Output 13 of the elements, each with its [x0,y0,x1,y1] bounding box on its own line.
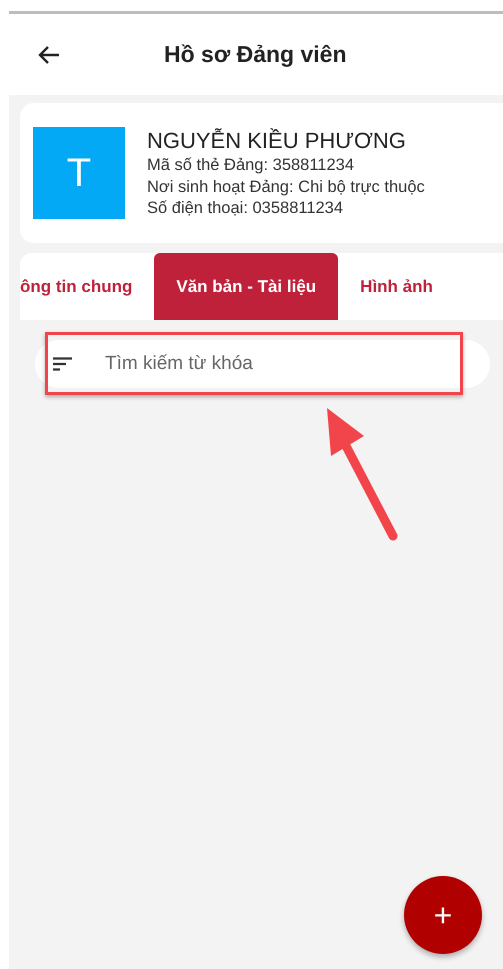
filter-icon[interactable] [53,357,73,371]
avatar: T [33,127,125,219]
info-line: Mã số thẻ Đảng: 358811234 [147,155,356,176]
info-line: Số điện thoại: 0358811234 [147,198,344,220]
back-arrow-icon [37,44,61,64]
member-name: NGUYỄN KIỀU PHƯƠNG [147,126,407,155]
tab[interactable]: Hình ảnh [338,253,455,320]
tab[interactable]: ông tin chung [20,253,154,320]
info-line: Nơi sinh hoạt Đảng: Chi bộ trực thuộc [147,176,425,198]
page-title: Hồ sơ Đảng viên [164,40,346,70]
search-input[interactable]: Tìm kiếm từ khóa [103,348,490,380]
tab[interactable]: Văn bản - Tài liệu [154,253,338,320]
search-field[interactable]: Tìm kiếm từ khóa [35,340,490,388]
